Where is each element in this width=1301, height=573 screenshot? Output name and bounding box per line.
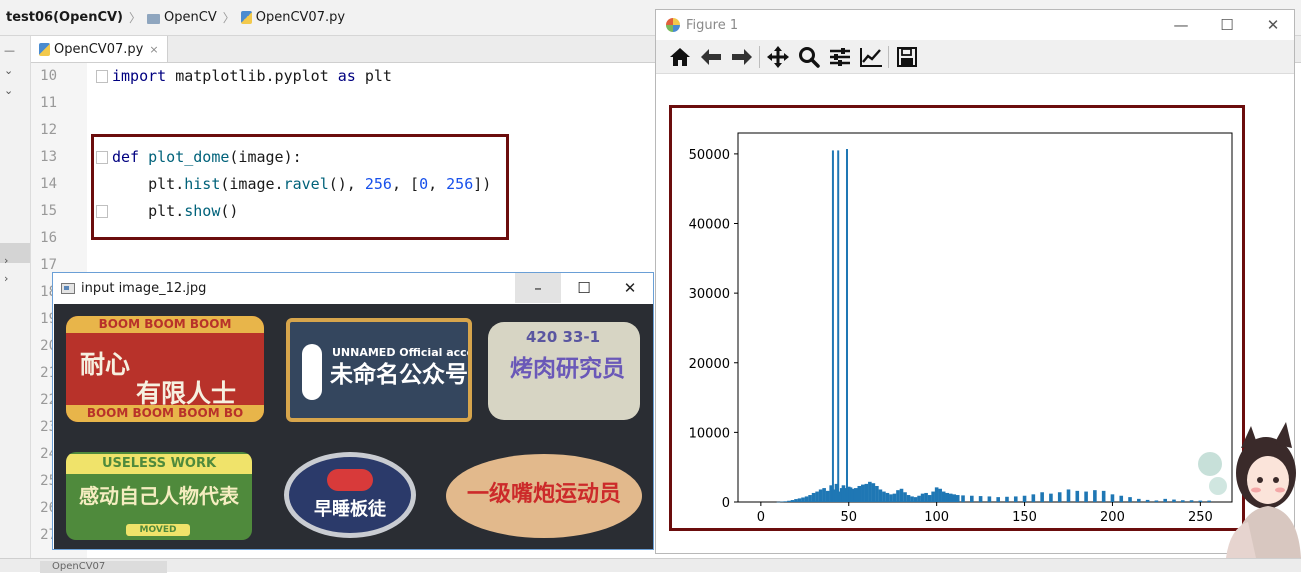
- back-icon[interactable]: [695, 42, 726, 72]
- figure-titlebar[interactable]: Figure 1 — ☐ ✕: [656, 10, 1294, 40]
- line-number: 10: [40, 68, 57, 84]
- sticker-eyes: [327, 469, 373, 491]
- sticker-talker: 一级嘴炮运动员: [446, 454, 642, 538]
- line-number: 16: [40, 230, 57, 246]
- toolbar-separator: [888, 45, 889, 68]
- sticker-mascot: [302, 344, 322, 400]
- forward-icon[interactable]: [726, 42, 757, 72]
- minimize-button[interactable]: —: [1158, 10, 1204, 40]
- code-annotation-box: [91, 134, 509, 240]
- sticker-useless-work: USELESS WORK 感动自己人物代表 MOVED: [66, 452, 252, 540]
- tab-label: OpenCV07.py: [54, 41, 144, 57]
- line-number: 11: [40, 95, 57, 111]
- sticker-band-top: BOOM BOOM BOOM: [66, 316, 264, 333]
- chevron-right-icon[interactable]: ›: [4, 272, 8, 285]
- window-title: Figure 1: [686, 17, 739, 33]
- code-line-10: import matplotlib.pyplot as plt: [112, 67, 392, 85]
- python-file-icon: [39, 42, 50, 56]
- close-icon[interactable]: ×: [149, 43, 158, 56]
- sticker-sleep-early: 早睡板徒: [284, 452, 416, 538]
- edit-axes-icon[interactable]: [855, 42, 886, 72]
- fold-icon[interactable]: [96, 70, 108, 83]
- folder-icon: [147, 13, 161, 24]
- minimize-button[interactable]: –: [515, 273, 561, 303]
- home-icon[interactable]: [664, 42, 695, 72]
- tab-opencv07[interactable]: OpenCV07.py ×: [31, 36, 168, 62]
- save-icon[interactable]: [891, 42, 922, 72]
- sticker-text: 烤肉研究员: [510, 356, 625, 382]
- sticker-text: 感动自己人物代表: [79, 484, 239, 508]
- chevron-right-icon[interactable]: ›: [4, 254, 8, 267]
- python-file-icon: [240, 11, 252, 24]
- ide-bottom-bar: OpenCV07: [0, 558, 1301, 573]
- line-number: 17: [40, 257, 57, 273]
- line-number: 13: [40, 149, 57, 165]
- line-number: 14: [40, 176, 57, 192]
- chevron-right-icon: 〉: [222, 11, 235, 25]
- maximize-button[interactable]: ☐: [1204, 10, 1250, 40]
- sticker-text: 早睡板徒: [314, 499, 386, 520]
- close-button[interactable]: ✕: [607, 273, 653, 303]
- breadcrumb-folder[interactable]: OpenCV: [141, 10, 223, 25]
- run-tab[interactable]: OpenCV07: [40, 561, 167, 573]
- collapse-icon[interactable]: —: [4, 44, 15, 57]
- chevron-down-icon[interactable]: ⌄: [4, 84, 13, 97]
- line-number: 15: [40, 203, 57, 219]
- sticker-bbq-researcher: 420 33-1 烤肉研究员: [488, 322, 640, 420]
- sticker-patience: BOOM BOOM BOOM 耐心 有限人士 BOOM BOOM BOOM BO: [66, 316, 264, 422]
- image-window-titlebar[interactable]: input image_12.jpg – ☐ ✕: [53, 273, 653, 303]
- pan-icon[interactable]: [762, 42, 793, 72]
- line-number: 12: [40, 122, 57, 138]
- breadcrumb-project[interactable]: test06(OpenCV): [0, 10, 129, 25]
- window-title: input image_12.jpg: [81, 280, 207, 296]
- maximize-button[interactable]: ☐: [561, 273, 607, 303]
- opencv-image-window: input image_12.jpg – ☐ ✕ BOOM BOOM BOOM …: [52, 272, 654, 550]
- navigation-toolbar: [656, 40, 1294, 74]
- close-button[interactable]: ✕: [1250, 10, 1296, 40]
- plot-annotation-box: [669, 105, 1245, 531]
- sticker-subtitle: USELESS WORK: [66, 454, 252, 474]
- sticker-text: 耐心: [80, 350, 131, 379]
- zoom-icon[interactable]: [793, 42, 824, 72]
- sticker-text: 未命名公众号: [330, 362, 468, 388]
- sticker-text: 一级嘴炮运动员: [466, 482, 621, 507]
- window-app-icon: [61, 282, 75, 294]
- matplotlib-icon: [666, 18, 680, 32]
- sticker-subtitle: 420 33-1: [526, 328, 601, 346]
- sticker-tag: MOVED: [126, 524, 190, 536]
- breadcrumb-file-label: OpenCV07.py: [255, 10, 346, 25]
- chevron-right-icon: 〉: [129, 11, 142, 25]
- toolbar-separator: [759, 45, 760, 68]
- sticker-band-bottom: BOOM BOOM BOOM BO: [66, 405, 264, 422]
- breadcrumb-file[interactable]: OpenCV07.py: [235, 10, 351, 25]
- breadcrumb-folder-label: OpenCV: [164, 10, 217, 25]
- chevron-down-icon[interactable]: ⌄: [4, 64, 13, 77]
- sticker-subtitle: UNNAMED Official account: [332, 346, 468, 359]
- project-tool-gutter: — ⌄ ⌄ › ›: [0, 36, 31, 571]
- sticker-unnamed-account: UNNAMED Official account 未命名公众号: [286, 318, 472, 422]
- configure-subplots-icon[interactable]: [824, 42, 855, 72]
- anime-sticker-image: [1198, 422, 1301, 558]
- image-canvas: BOOM BOOM BOOM 耐心 有限人士 BOOM BOOM BOOM BO…: [54, 304, 653, 549]
